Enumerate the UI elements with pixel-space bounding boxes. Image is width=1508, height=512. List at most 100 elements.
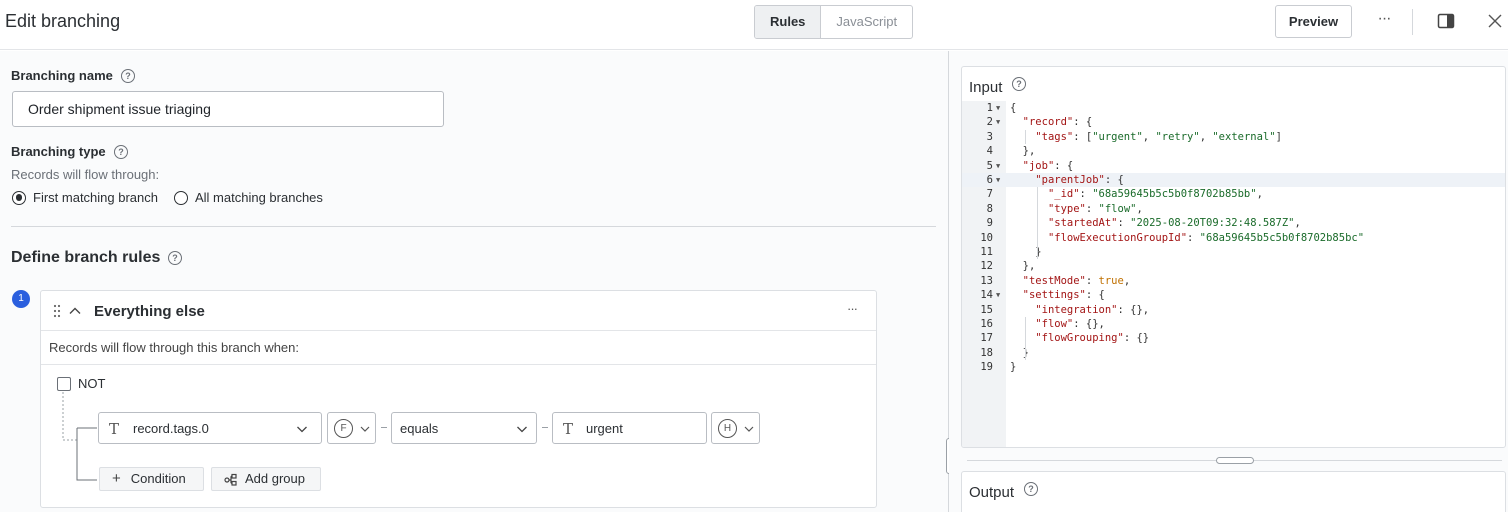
- code-line[interactable]: 6 ▼ "parentJob": {: [962, 173, 1505, 188]
- output-panel-title: Output: [969, 484, 1015, 501]
- line-number: 13: [980, 274, 993, 287]
- branching-name-label: Branching name: [11, 68, 113, 83]
- chevron-down-icon: [360, 426, 370, 432]
- horizontal-splitter-handle[interactable]: [1216, 457, 1254, 464]
- condition-field-select[interactable]: T record.tags.0: [98, 412, 322, 444]
- code-text: }: [1010, 361, 1017, 374]
- radio-button-selected[interactable]: [12, 190, 26, 205]
- help-icon[interactable]: ?: [168, 251, 182, 265]
- line-number: 17: [980, 332, 993, 345]
- code-line[interactable]: 2 ▼ "record": {: [962, 115, 1505, 129]
- code-line[interactable]: 1 ▼ {: [962, 101, 1505, 115]
- code-text: "testMode": true,: [1022, 274, 1131, 287]
- condition-value-text: urgent: [586, 421, 623, 436]
- branching-type-label: Branching type: [11, 144, 106, 159]
- preview-pane: Input ? 1 ▼{2 ▼ "record": {3 "tags": ["urg…: [949, 51, 1508, 512]
- json-editor[interactable]: 1 ▼{2 ▼ "record": {3 "tags": ["urgent", "r…: [962, 101, 1505, 447]
- section-divider: [11, 226, 936, 227]
- code-text: }: [1010, 346, 1029, 359]
- code-line[interactable]: 10 "flowExecutionGroupId": "68a59645b5c5…: [962, 231, 1505, 245]
- code-line[interactable]: 15 "integration": {},: [962, 303, 1505, 317]
- text-type-icon: T: [109, 420, 120, 438]
- code-line[interactable]: 12 },: [962, 259, 1505, 273]
- fold-arrow-icon[interactable]: ▼: [996, 159, 1000, 173]
- line-number: 9: [986, 217, 993, 230]
- indent-guide: [1024, 129, 1026, 145]
- value-function-select[interactable]: H: [711, 412, 760, 444]
- top-bar: Edit branching Rules JavaScript Preview …: [0, 0, 1508, 50]
- branch-card-header: Everything else ···: [41, 291, 876, 331]
- rules-editor: Branching name ? Branching type ? Record…: [0, 51, 948, 512]
- add-group-button[interactable]: Add group: [211, 467, 321, 491]
- branching-name-input[interactable]: [12, 91, 444, 127]
- fold-arrow-icon[interactable]: ▼: [996, 288, 1000, 302]
- define-rules-title: Define branch rules: [11, 249, 161, 266]
- branch-title[interactable]: Everything else: [94, 303, 205, 320]
- code-text: "flowGrouping": {}: [1035, 332, 1150, 345]
- code-line[interactable]: 11 }: [962, 245, 1505, 259]
- fold-arrow-icon[interactable]: ▼: [996, 115, 1000, 129]
- tab-javascript[interactable]: JavaScript: [821, 6, 912, 38]
- line-number: 16: [980, 318, 993, 330]
- add-condition-button[interactable]: + Condition: [99, 467, 204, 491]
- group-connector-lines: [62, 392, 97, 481]
- drag-handle-icon[interactable]: [53, 304, 61, 318]
- code-line[interactable]: 4 },: [962, 144, 1505, 158]
- mode-toggle: Rules JavaScript: [754, 5, 914, 39]
- line-number: 6: [986, 174, 993, 186]
- line-number: 3: [986, 130, 993, 143]
- connector-dash: [542, 427, 548, 428]
- connector-dash: [381, 427, 387, 428]
- line-number: 7: [986, 188, 993, 201]
- field-function-select[interactable]: F: [327, 412, 376, 444]
- code-line[interactable]: 13 "testMode": true,: [962, 274, 1505, 288]
- code-line[interactable]: 19}: [962, 360, 1505, 374]
- help-icon[interactable]: ?: [114, 145, 128, 159]
- code-line[interactable]: 5 ▼ "job": {: [962, 159, 1505, 173]
- branch-more-icon[interactable]: ···: [847, 301, 858, 316]
- add-group-label: Add group: [245, 471, 305, 486]
- code-text: {: [1010, 102, 1017, 114]
- radio-first-matching[interactable]: First matching branch: [12, 190, 158, 205]
- condition-value-input[interactable]: T urgent: [552, 412, 707, 444]
- tab-rules[interactable]: Rules: [755, 6, 822, 38]
- chevron-down-icon: [517, 426, 527, 433]
- close-icon[interactable]: [1486, 12, 1504, 30]
- code-line[interactable]: 16 "flow": {},: [962, 317, 1505, 331]
- chevron-down-icon: [744, 426, 754, 432]
- card-divider: [41, 364, 876, 365]
- branch-card: Everything else ··· Records will flow th…: [40, 290, 877, 508]
- code-text: "flowExecutionGroupId": "68a59645b5c5b0f…: [1047, 231, 1365, 244]
- not-checkbox[interactable]: [57, 377, 71, 391]
- fold-arrow-icon[interactable]: ▼: [996, 101, 1000, 115]
- operator-select[interactable]: equals: [391, 412, 537, 444]
- code-line[interactable]: 3 "tags": ["urgent", "retry", "external"…: [962, 130, 1505, 144]
- line-number: 15: [980, 303, 993, 316]
- branch-number-badge: 1: [12, 290, 30, 308]
- help-icon[interactable]: ?: [1012, 77, 1026, 91]
- function-icon: F: [334, 419, 353, 438]
- code-text: },: [1010, 260, 1036, 273]
- code-text: "_id": "68a59645b5c5b0f8702b85bb",: [1047, 188, 1263, 201]
- line-number: 10: [980, 231, 993, 244]
- help-icon[interactable]: ?: [1024, 482, 1038, 496]
- indent-guide: [1024, 317, 1026, 361]
- code-line[interactable]: 17 "flowGrouping": {}: [962, 331, 1505, 345]
- branching-type-hint: Records will flow through:: [11, 167, 160, 182]
- code-line[interactable]: 14 ▼ "settings": {: [962, 288, 1505, 302]
- preview-button[interactable]: Preview: [1275, 5, 1352, 38]
- radio-button[interactable]: [174, 190, 188, 205]
- code-line[interactable]: 9 "startedAt": "2025-08-20T09:32:48.587Z…: [962, 216, 1505, 230]
- code-line[interactable]: 18 }: [962, 346, 1505, 360]
- code-text: "parentJob": {: [1035, 174, 1124, 186]
- help-icon[interactable]: ?: [121, 69, 135, 83]
- code-line[interactable]: 7 "_id": "68a59645b5c5b0f8702b85bb",: [962, 187, 1505, 201]
- more-options-button[interactable]: ···: [1372, 8, 1396, 34]
- collapse-chevron-icon[interactable]: [68, 304, 82, 318]
- fold-arrow-icon[interactable]: ▼: [996, 173, 1000, 187]
- line-number: 5: [986, 159, 993, 172]
- toggle-panel-icon[interactable]: [1437, 12, 1455, 30]
- line-number: 4: [986, 145, 993, 158]
- code-line[interactable]: 8 "type": "flow",: [962, 202, 1505, 216]
- radio-all-matching[interactable]: All matching branches: [174, 190, 323, 205]
